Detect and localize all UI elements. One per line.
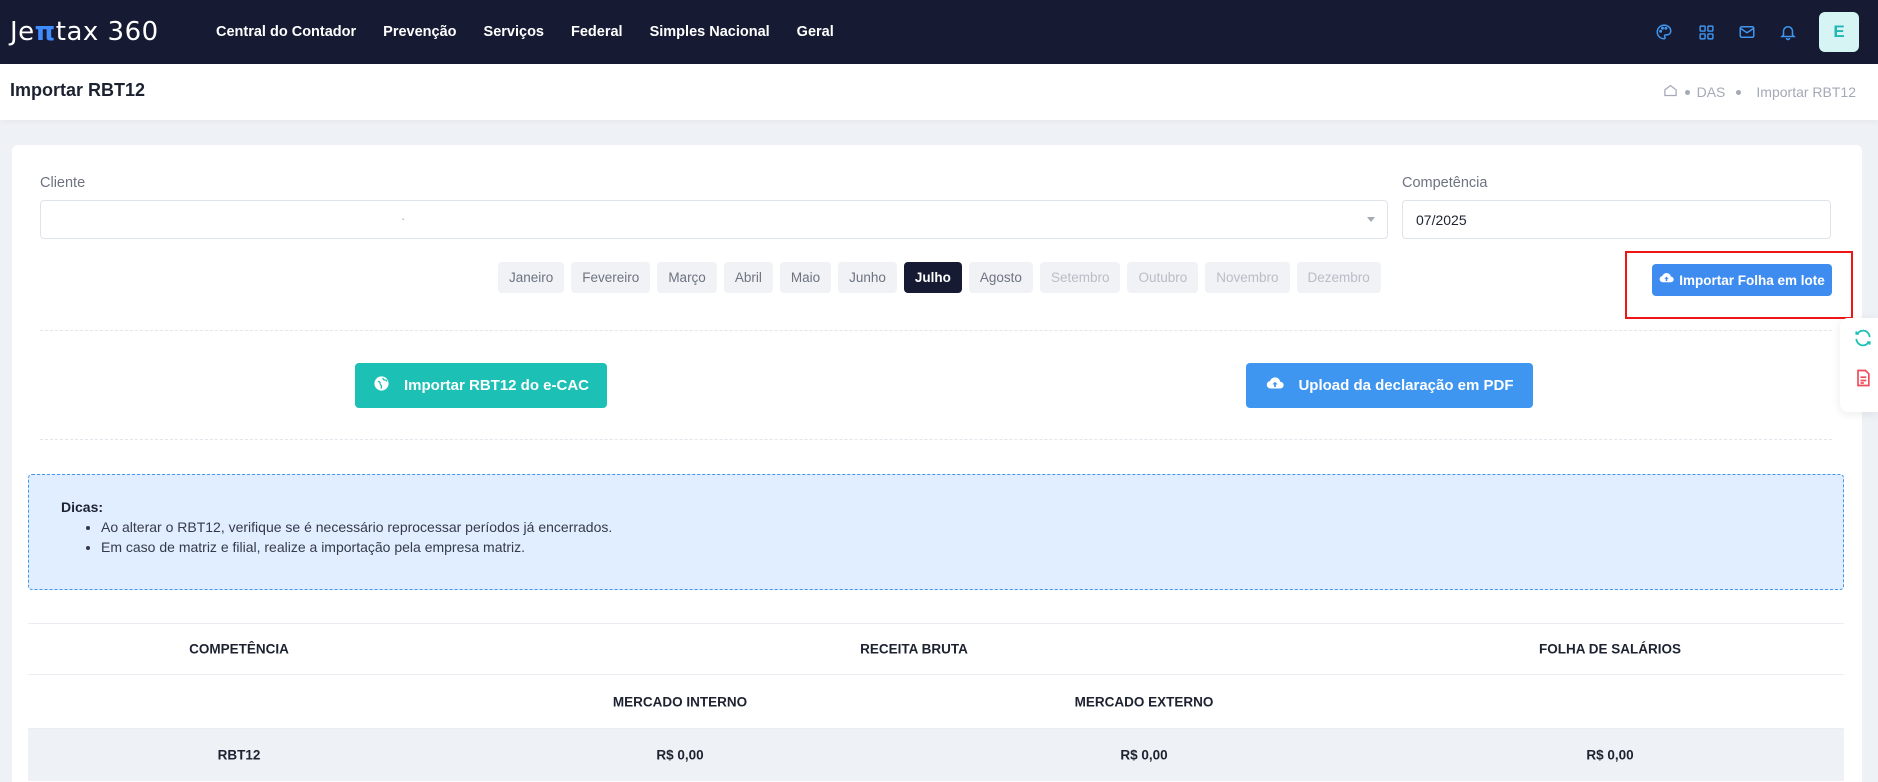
main-nav: Central do Contador Prevenção Serviços F… bbox=[216, 0, 834, 64]
breadcrumb: DAS Importar RBT12 bbox=[1663, 83, 1856, 101]
floating-actions bbox=[1840, 318, 1878, 412]
breadcrumb-item-das[interactable]: DAS bbox=[1697, 84, 1726, 100]
nav-item-federal[interactable]: Federal bbox=[571, 24, 623, 40]
breadcrumb-item-current: Importar RBT12 bbox=[1756, 84, 1856, 100]
globe-icon bbox=[373, 375, 390, 396]
month-fevereiro[interactable]: Fevereiro bbox=[571, 262, 651, 293]
palette-icon[interactable] bbox=[1654, 22, 1674, 42]
month-outubro: Outubro bbox=[1127, 262, 1199, 293]
top-navbar: Je π tax 360 Central do Contador Prevenção… bbox=[0, 0, 1878, 64]
col-mercado-interno: MERCADO INTERNO bbox=[612, 694, 748, 709]
col-folha-salarios: FOLHA DE SALÁRIOS bbox=[1538, 641, 1682, 657]
logo-text-suffix: tax 360 bbox=[55, 17, 159, 47]
month-maio[interactable]: Maio bbox=[779, 262, 832, 293]
importar-folha-label: Importar Folha em lote bbox=[1679, 272, 1825, 288]
cell-mercado-interno: R$ 0,00 bbox=[656, 747, 704, 763]
cell-mercado-externo: R$ 0,00 bbox=[1120, 747, 1168, 763]
pdf-file-icon[interactable] bbox=[1853, 368, 1873, 393]
nav-item-geral[interactable]: Geral bbox=[797, 24, 834, 40]
mail-icon[interactable] bbox=[1737, 22, 1757, 42]
importar-ecac-button[interactable]: Importar RBT12 do e-CAC bbox=[355, 363, 607, 408]
brand-logo[interactable]: Je π tax 360 bbox=[10, 14, 159, 50]
rbt12-table: COMPETÊNCIA RECEITA BRUTA FOLHA DE SALÁR… bbox=[28, 623, 1844, 781]
tips-list: Ao alterar o RBT12, verifique se é neces… bbox=[101, 517, 1811, 557]
month-junho[interactable]: Junho bbox=[838, 262, 897, 293]
main-card: Cliente · Competência 07/2025 Janeiro Fe… bbox=[12, 145, 1862, 782]
month-marco[interactable]: Março bbox=[657, 262, 717, 293]
competencia-input[interactable]: 07/2025 bbox=[1402, 200, 1831, 239]
competencia-label: Competência bbox=[1402, 175, 1488, 191]
month-selector: Janeiro Fevereiro Março Abril Maio Junho… bbox=[498, 262, 1381, 293]
breadcrumb-separator bbox=[1736, 89, 1742, 95]
home-icon[interactable] bbox=[1663, 83, 1678, 101]
month-novembro: Novembro bbox=[1205, 262, 1290, 293]
col-mercado-externo: MERCADO EXTERNO bbox=[1074, 694, 1214, 709]
bell-icon[interactable] bbox=[1778, 22, 1798, 42]
month-abril[interactable]: Abril bbox=[723, 262, 773, 293]
month-julho[interactable]: Julho bbox=[903, 262, 962, 293]
cell-competencia: RBT12 bbox=[217, 747, 261, 763]
cloud-upload-icon bbox=[1659, 271, 1674, 289]
importar-folha-button[interactable]: Importar Folha em lote bbox=[1652, 264, 1832, 296]
month-dezembro: Dezembro bbox=[1296, 262, 1381, 293]
tip-item: Em caso de matriz e filial, realize a im… bbox=[101, 537, 1811, 557]
cell-folha: R$ 0,00 bbox=[1586, 747, 1634, 763]
table-row: RBT12 R$ 0,00 R$ 0,00 R$ 0,00 bbox=[28, 729, 1844, 781]
page-title: Importar RBT12 bbox=[10, 80, 146, 100]
upload-pdf-button[interactable]: Upload da declaração em PDF bbox=[1246, 363, 1533, 408]
col-receita-bruta: RECEITA BRUTA bbox=[860, 641, 968, 657]
nav-item-simples-nacional[interactable]: Simples Nacional bbox=[650, 24, 770, 40]
table-subheader: MERCADO INTERNO MERCADO EXTERNO bbox=[28, 675, 1844, 729]
logo-pi: π bbox=[34, 17, 56, 47]
importar-ecac-label: Importar RBT12 do e-CAC bbox=[403, 377, 590, 394]
nav-item-servicos[interactable]: Serviços bbox=[484, 24, 544, 40]
col-competencia: COMPETÊNCIA bbox=[189, 641, 289, 657]
nav-item-prevencao[interactable]: Prevenção bbox=[383, 24, 456, 40]
cliente-select[interactable]: · bbox=[40, 200, 1388, 239]
divider bbox=[40, 330, 1832, 331]
user-avatar[interactable]: E bbox=[1819, 12, 1859, 52]
month-janeiro[interactable]: Janeiro bbox=[498, 262, 565, 293]
tips-title: Dicas: bbox=[61, 499, 104, 515]
cliente-select-value: · bbox=[401, 211, 406, 226]
nav-item-central-do-contador[interactable]: Central do Contador bbox=[216, 24, 356, 40]
tips-panel: Dicas: Ao alterar o RBT12, verifique se … bbox=[28, 474, 1844, 590]
cliente-label: Cliente bbox=[40, 175, 86, 191]
upload-pdf-label: Upload da declaração em PDF bbox=[1298, 377, 1514, 394]
refresh-icon[interactable] bbox=[1853, 328, 1873, 353]
month-setembro: Setembro bbox=[1039, 262, 1121, 293]
apps-grid-icon[interactable] bbox=[1696, 22, 1716, 42]
cloud-upload-icon bbox=[1265, 375, 1285, 397]
divider bbox=[40, 439, 1832, 440]
logo-text-prefix: Je bbox=[10, 17, 35, 47]
breadcrumb-separator bbox=[1684, 89, 1690, 95]
tip-item: Ao alterar o RBT12, verifique se é neces… bbox=[101, 517, 1811, 537]
month-agosto[interactable]: Agosto bbox=[968, 262, 1033, 293]
page-header: Importar RBT12 DAS Importar RBT12 bbox=[0, 64, 1878, 120]
chevron-down-icon bbox=[1367, 217, 1375, 222]
table-header: COMPETÊNCIA RECEITA BRUTA FOLHA DE SALÁR… bbox=[28, 623, 1844, 675]
